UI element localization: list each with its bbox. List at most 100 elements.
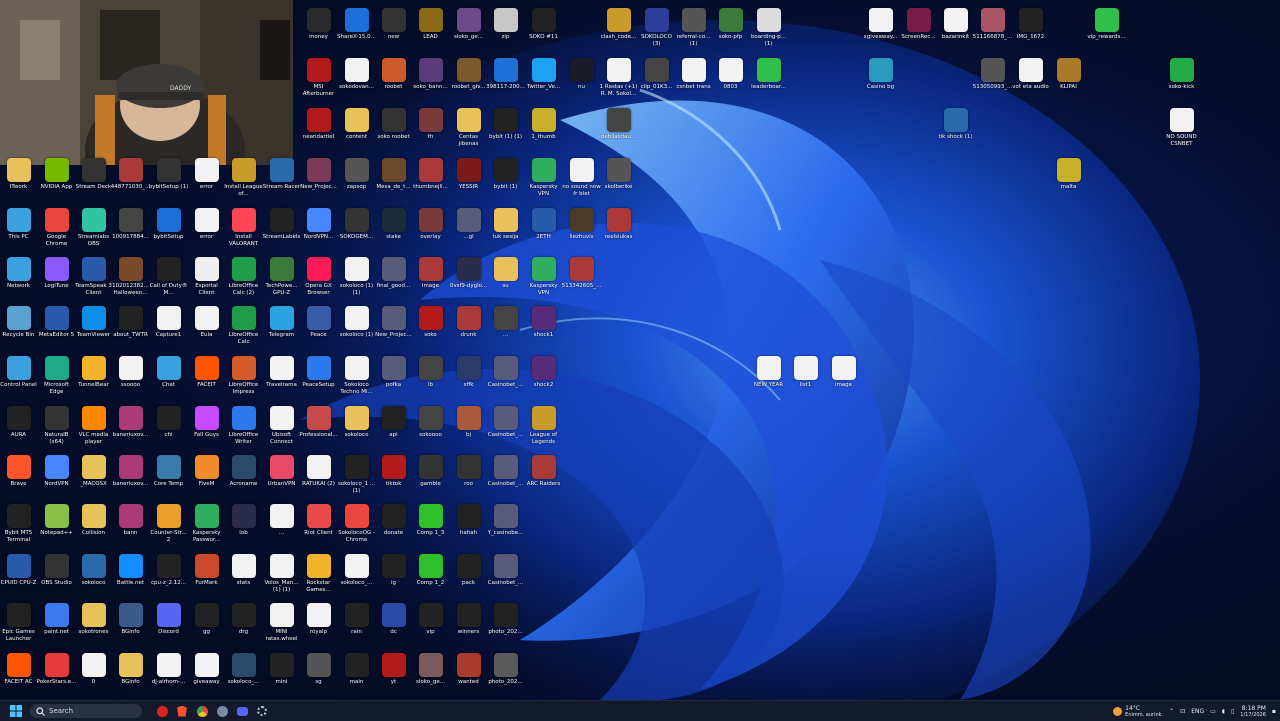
desktop-icon[interactable]: PeaceSetup xyxy=(300,354,337,400)
desktop-icon[interactable]: tiktok xyxy=(375,453,412,499)
desktop-icon[interactable]: xgiveaway... xyxy=(862,6,899,52)
desktop-icon[interactable]: FiveM xyxy=(188,453,225,499)
desktop-icon[interactable]: Network xyxy=(0,255,37,301)
desktop-icon[interactable]: Sokoloco Techno Mi... xyxy=(338,354,375,400)
desktop-icon[interactable]: yt xyxy=(375,651,412,697)
desktop-icon[interactable]: sloko_ge... xyxy=(412,651,449,697)
desktop-icon[interactable]: sokoloco (1) (1) xyxy=(338,255,375,301)
desktop-icon[interactable]: sokoloco xyxy=(338,404,375,450)
desktop-icon[interactable]: NordVPN... xyxy=(300,206,337,252)
desktop-icon[interactable]: sokoloco xyxy=(75,552,112,598)
display-icon[interactable]: ▭ xyxy=(1210,708,1216,715)
desktop-icon[interactable]: dj-airhom-... xyxy=(150,651,187,697)
desktop-icon[interactable]: giveaway xyxy=(188,651,225,697)
desktop-icon[interactable]: Comp 1_2 xyxy=(412,552,449,598)
desktop-icon[interactable]: Bybit MT5 Terminal xyxy=(0,502,37,548)
chevron-up-icon[interactable]: ⌃ xyxy=(1169,708,1174,715)
desktop-icon[interactable]: liezhuvis xyxy=(563,206,600,252)
desktop-icon[interactable]: list1 xyxy=(787,354,824,400)
desktop-icon[interactable]: bybitSetup xyxy=(150,206,187,252)
desktop-icon[interactable]: NEW YEAR xyxy=(750,354,787,400)
desktop-icon[interactable]: bazarinkit xyxy=(937,6,974,52)
desktop-icon[interactable]: Mesa_de_t... xyxy=(375,156,412,202)
desktop-icon[interactable]: mini xyxy=(263,651,300,697)
desktop-icon[interactable]: Counter-Str... 2 xyxy=(150,502,187,548)
desktop-icon[interactable]: Microsoft Edge xyxy=(38,354,75,400)
desktop-icon[interactable]: Telegram xyxy=(263,304,300,350)
desktop-icon[interactable]: royalp xyxy=(300,601,337,647)
desktop-icon[interactable]: about_TWTR xyxy=(112,304,149,350)
desktop-icon[interactable]: FACEIT AC xyxy=(0,651,37,697)
desktop-icon[interactable]: pack xyxy=(450,552,487,598)
desktop-icon[interactable]: Eula xyxy=(188,304,225,350)
desktop-icon[interactable]: clip_01K3... xyxy=(638,56,675,102)
desktop-icon[interactable]: Esportal Client xyxy=(188,255,225,301)
desktop-icon[interactable]: 0 xyxy=(75,651,112,697)
desktop-icon[interactable]: Comp 1_3 xyxy=(412,502,449,548)
desktop-icon[interactable]: OBS Studio xyxy=(38,552,75,598)
desktop-icon[interactable]: 0803 xyxy=(712,56,749,102)
desktop-icon[interactable]: reelsiukas xyxy=(600,206,637,252)
desktop-icon[interactable]: Twitter_Ve... xyxy=(525,56,562,102)
desktop-icon[interactable]: 398117-200... xyxy=(486,56,525,102)
taskbar-discord[interactable] xyxy=(232,702,252,720)
desktop-icon[interactable]: leaderboar... xyxy=(750,56,787,102)
desktop-icon[interactable]: 1 Rastas (+1) R. M. Sokol... xyxy=(600,56,637,102)
desktop-icon[interactable]: Core Temp xyxy=(150,453,187,499)
desktop-icon[interactable]: clash_code... xyxy=(600,6,637,52)
desktop-icon[interactable]: KLIPAI xyxy=(1050,56,1087,102)
desktop-icon[interactable]: skolberike xyxy=(600,156,637,202)
taskbar-app-1[interactable] xyxy=(152,702,172,720)
desktop-icon[interactable]: StreamLabels xyxy=(263,206,300,252)
desktop-icon[interactable]: zapsop xyxy=(338,156,375,202)
weather-widget[interactable]: 14°C Enimm. aurink. xyxy=(1113,705,1163,718)
desktop-icon[interactable]: VLC media player xyxy=(75,404,112,450)
desktop-icon[interactable]: sokoooo xyxy=(412,404,449,450)
desktop-icon[interactable]: Chat xyxy=(150,354,187,400)
desktop-icon[interactable]: soko-kick xyxy=(1163,56,1200,102)
desktop-icon[interactable]: NVIDIA App xyxy=(38,156,75,202)
desktop-icon[interactable]: Install League of... xyxy=(224,156,263,202)
desktop-icon[interactable]: shock1 xyxy=(525,304,562,350)
desktop-icon[interactable]: 0vsf9-dyglo... xyxy=(450,255,487,301)
network-icon[interactable]: ⊡ xyxy=(1180,708,1185,715)
taskbar-steam[interactable] xyxy=(212,702,232,720)
desktop-icon[interactable]: Epic Games Launcher xyxy=(0,601,37,647)
desktop-icon[interactable]: chi xyxy=(150,404,187,450)
desktop-icon[interactable]: shock2 xyxy=(525,354,562,400)
desktop-icon[interactable]: New_Projec... xyxy=(375,304,412,350)
desktop-icon[interactable]: baneriuxov... xyxy=(112,453,149,499)
desktop-icon[interactable]: NO SOUND CSNBET xyxy=(1163,106,1200,152)
desktop-icon[interactable]: ITwork xyxy=(0,156,37,202)
desktop-icon[interactable]: Volos_Man... (1) (1) xyxy=(263,552,300,598)
desktop-icon[interactable]: soko roobet xyxy=(375,106,412,152)
desktop-icon[interactable]: tuk sesija xyxy=(487,206,524,252)
taskbar-settings[interactable] xyxy=(252,702,272,720)
clock[interactable]: 8:18 PM 1/17/2026 xyxy=(1240,705,1266,718)
desktop-icon[interactable]: tik shock (1) xyxy=(937,106,974,152)
desktop-icon[interactable]: 511166878_... xyxy=(973,6,1012,52)
desktop-icon[interactable]: Professional... xyxy=(299,404,338,450)
desktop-icon[interactable]: TunnelBear xyxy=(75,354,112,400)
desktop-icon[interactable]: SokolocoOG - Chrome xyxy=(338,502,375,548)
desktop-icon[interactable]: ScreenRec... xyxy=(900,6,937,52)
desktop-icon[interactable]: ig xyxy=(375,552,412,598)
desktop-icon[interactable]: cpu-z_2.12... xyxy=(150,552,187,598)
desktop-icon[interactable]: money xyxy=(300,6,337,52)
desktop-icon[interactable]: Call of Duty® M... xyxy=(150,255,187,301)
taskbar-chrome[interactable] xyxy=(192,702,212,720)
desktop-icon[interactable]: Capture1 xyxy=(150,304,187,350)
desktop-icon[interactable]: Acroname xyxy=(225,453,262,499)
desktop-icon[interactable]: Brave xyxy=(0,453,37,499)
desktop-icon[interactable]: no sound now fr blet xyxy=(562,156,601,202)
desktop-icon[interactable]: gg xyxy=(188,601,225,647)
desktop-icon[interactable]: photo_202... xyxy=(487,601,524,647)
desktop-icon[interactable]: pofka xyxy=(375,354,412,400)
desktop-icon[interactable]: BGinfo xyxy=(112,651,149,697)
desktop-icon[interactable]: FurMark xyxy=(188,552,225,598)
desktop-icon[interactable]: 100917884... xyxy=(112,206,149,252)
desktop-icon[interactable]: overlay xyxy=(412,206,449,252)
desktop-icon[interactable]: Recycle Bin xyxy=(0,304,37,350)
desktop-icon[interactable]: stats xyxy=(225,552,262,598)
desktop-icon[interactable]: 2ETH xyxy=(525,206,562,252)
